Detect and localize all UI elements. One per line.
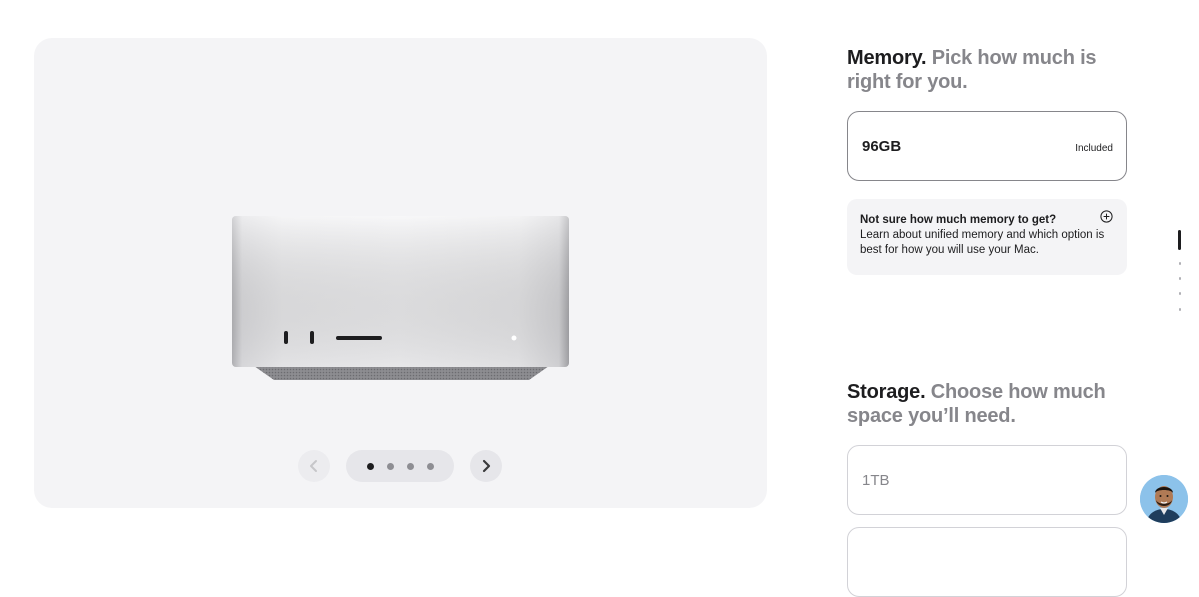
storage-heading-strong: Storage. (847, 381, 926, 403)
chevron-left-icon (310, 460, 317, 472)
memory-option-price: Included (1075, 143, 1113, 154)
carousel-dot[interactable] (386, 462, 394, 470)
carousel-dot[interactable] (426, 462, 434, 470)
memory-option-96gb[interactable]: 96GB Included (847, 111, 1127, 181)
sd-card-slot (336, 336, 382, 340)
carousel-dots (346, 450, 454, 482)
usb-c-port (284, 331, 288, 344)
memory-option-label: 96GB (862, 138, 902, 155)
storage-option-next[interactable] (847, 527, 1127, 597)
memory-help-body: Learn about unified memory and which opt… (860, 229, 1105, 256)
carousel-controls (298, 449, 502, 483)
carousel-dot[interactable] (406, 462, 414, 470)
memory-help-box[interactable]: Not sure how much memory to get? Learn a… (847, 199, 1127, 275)
mac-studio-image (232, 216, 569, 380)
chevron-right-icon (482, 459, 491, 473)
progress-indicator-dot[interactable] (1178, 308, 1181, 311)
plus-circle-icon[interactable] (1100, 210, 1113, 223)
storage-heading: Storage. Choose how much space you’ll ne… (847, 380, 1117, 428)
memory-heading: Memory. Pick how much is right for you. (847, 46, 1117, 94)
storage-option-1tb[interactable]: 1TB (847, 445, 1127, 515)
carousel-dot[interactable] (366, 462, 374, 470)
previous-button[interactable] (298, 450, 330, 482)
progress-indicator-dot[interactable] (1178, 277, 1181, 280)
chat-avatar-button[interactable] (1140, 475, 1188, 523)
avatar-chat-icon (1140, 475, 1188, 523)
next-button[interactable] (470, 450, 502, 482)
storage-option-label: 1TB (862, 472, 890, 489)
product-gallery (34, 38, 767, 508)
progress-indicator-dot[interactable] (1178, 262, 1181, 265)
progress-indicator-active (1178, 230, 1181, 250)
progress-indicator-dot[interactable] (1178, 292, 1181, 295)
usb-c-port (310, 331, 314, 344)
section-progress-indicator (1177, 230, 1183, 314)
memory-help-title: Not sure how much memory to get? (860, 214, 1057, 226)
memory-heading-strong: Memory. (847, 47, 927, 69)
power-led (511, 335, 517, 341)
